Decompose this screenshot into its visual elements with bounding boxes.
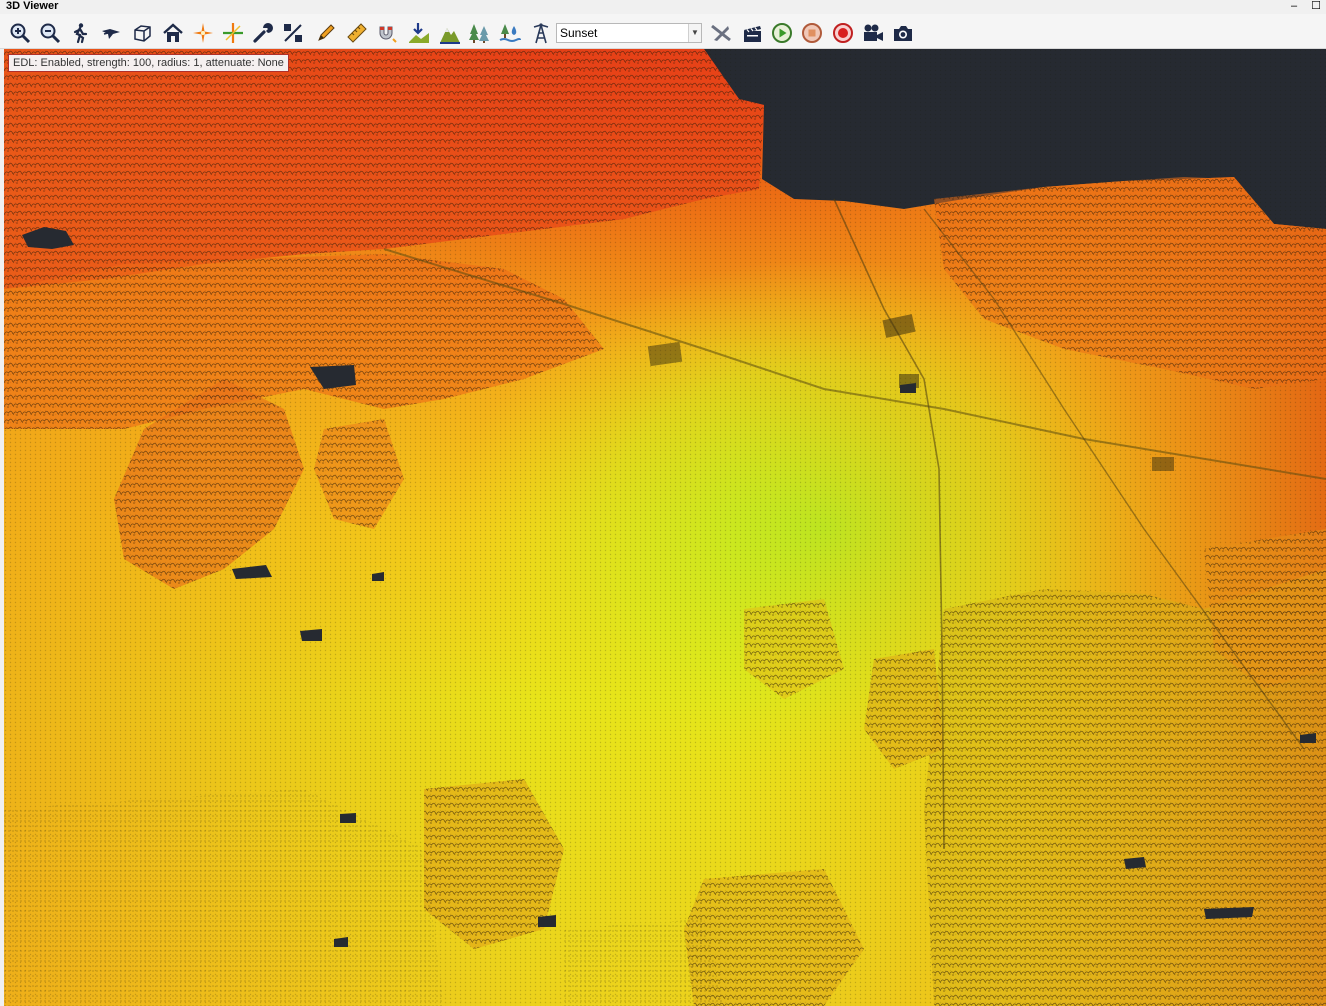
screenshot-button[interactable]: [890, 20, 916, 46]
center-point-button[interactable]: [220, 20, 246, 46]
water-icon: [499, 24, 521, 42]
bounding-box-button[interactable]: [129, 20, 155, 46]
record-icon: [833, 23, 853, 43]
window-titlebar: 3D Viewer – ☐: [0, 0, 1326, 14]
zoom-out-icon: [40, 23, 61, 44]
color-mode-value: Sunset: [560, 26, 598, 40]
center-point-icon: [223, 23, 243, 43]
stop-button[interactable]: [799, 20, 825, 46]
bounding-box-icon: [134, 25, 151, 42]
trees-icon: [469, 24, 489, 43]
clapperboard-button[interactable]: [739, 20, 765, 46]
pencil-button[interactable]: [313, 20, 339, 46]
water-button[interactable]: [497, 20, 523, 46]
clapperboard-icon: [744, 26, 761, 42]
toolbar: Sunset ▼: [0, 14, 1326, 49]
chevron-down-icon: ▼: [688, 24, 701, 42]
record-button[interactable]: [830, 20, 856, 46]
home-button[interactable]: [160, 20, 186, 46]
video-camera-button[interactable]: [860, 20, 886, 46]
zoom-out-button[interactable]: [37, 20, 63, 46]
tower-icon: [533, 23, 549, 44]
edl-status-label: EDL: Enabled, strength: 100, radius: 1, …: [8, 54, 289, 72]
pivot-point-button[interactable]: [190, 20, 216, 46]
trees-button[interactable]: [467, 20, 493, 46]
pivot-point-icon: [193, 23, 213, 43]
fly-icon: [102, 29, 120, 39]
video-camera-icon: [864, 24, 883, 41]
snap-magnet-icon: [379, 26, 397, 43]
zoom-in-button[interactable]: [7, 20, 33, 46]
home-icon: [163, 23, 183, 42]
play-button[interactable]: [769, 20, 795, 46]
camera-icon: [894, 26, 912, 41]
flight-path-button[interactable]: [708, 20, 734, 46]
minimize-button[interactable]: –: [1287, 0, 1301, 12]
terrain-icon: [440, 28, 460, 44]
color-mode-select[interactable]: Sunset ▼: [556, 23, 702, 43]
window-title: 3D Viewer: [6, 0, 59, 12]
zoom-in-icon: [10, 23, 31, 44]
walk-button[interactable]: [67, 20, 93, 46]
settings-wrench-icon: [253, 23, 273, 43]
pencil-icon: [318, 24, 335, 41]
ruler-icon: [347, 23, 367, 43]
walk-icon: [73, 23, 88, 44]
point-cloud-scene: [4, 49, 1326, 1006]
point-cloud-viewport[interactable]: EDL: Enabled, strength: 100, radius: 1, …: [4, 49, 1326, 1006]
ground-download-button[interactable]: [406, 20, 432, 46]
settings-button[interactable]: [250, 20, 276, 46]
terrain-button[interactable]: [437, 20, 463, 46]
airplane-icon: [711, 24, 731, 42]
ground-download-icon: [409, 23, 429, 43]
ruler-button[interactable]: [344, 20, 370, 46]
stop-icon: [802, 23, 822, 43]
maximize-button[interactable]: ☐: [1309, 0, 1323, 12]
play-icon: [772, 23, 792, 43]
fly-button[interactable]: [98, 20, 124, 46]
percent-button[interactable]: [280, 20, 306, 46]
snap-magnet-button[interactable]: [374, 20, 400, 46]
percent-icon: [284, 24, 302, 42]
tower-button[interactable]: [528, 20, 554, 46]
